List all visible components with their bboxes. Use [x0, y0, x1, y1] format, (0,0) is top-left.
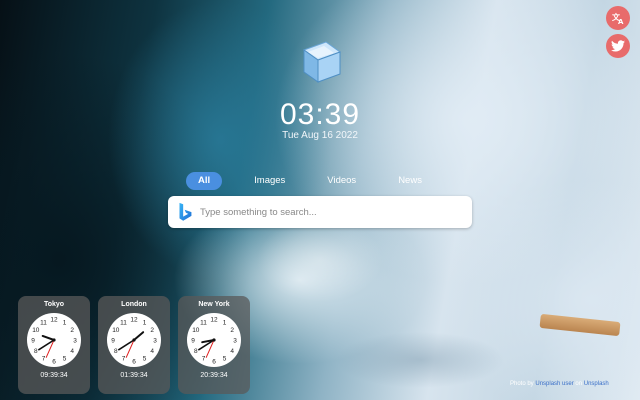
clock-number: 12	[210, 317, 218, 324]
clock-number: 9	[191, 338, 195, 345]
clock-number: 1	[223, 319, 227, 326]
clock-number: 6	[212, 359, 216, 366]
world-clock-new-york: New York 1 2 3 4 5 6 7 8 9 10 11 12 20:39:34	[178, 296, 250, 394]
clock-number: 8	[114, 348, 118, 355]
analog-clock-face: 1234567891011 12	[27, 313, 81, 367]
clock-number: 4	[70, 348, 74, 355]
world-clock-digital: 01:39:34	[120, 372, 148, 379]
clock-center	[52, 338, 56, 342]
clock-number: 11	[40, 319, 47, 326]
bing-icon	[179, 202, 192, 221]
clock-number: 4	[230, 348, 234, 355]
twitter-button[interactable]	[606, 34, 630, 58]
tab-images[interactable]: Images	[244, 172, 295, 190]
world-clock-city: London	[121, 301, 147, 308]
search-box	[168, 196, 472, 228]
clock-number: 2	[150, 327, 154, 334]
tab-news[interactable]: News	[388, 172, 432, 190]
world-clock-digital: 20:39:34	[200, 372, 228, 379]
svg-text:A: A	[618, 18, 624, 25]
clock-number: 2	[230, 327, 234, 334]
clock-number: 6	[52, 359, 56, 366]
clock-number: 11	[200, 319, 207, 326]
clock-center	[212, 338, 216, 342]
clock-center	[132, 338, 136, 342]
credit-prefix: Photo by	[510, 381, 534, 387]
clock-number: 5	[63, 356, 67, 363]
world-clock-digital: 09:39:34	[40, 372, 68, 379]
twitter-icon	[611, 40, 625, 52]
clock-number: 7	[122, 356, 126, 363]
clock-number: 7	[202, 356, 206, 363]
clock-number: 10	[32, 327, 40, 334]
clock-number: 8	[194, 348, 198, 355]
translate-icon: 文 A	[612, 12, 624, 25]
clock-number: 12	[50, 317, 58, 324]
clock-number: 11	[120, 319, 127, 326]
tab-all[interactable]: All	[186, 172, 223, 190]
translate-button[interactable]: 文 A	[606, 6, 630, 30]
credit-middle: on	[575, 381, 583, 387]
main-clock-date: Tue Aug 16 2022	[282, 130, 358, 141]
clock-number: 3	[73, 338, 77, 345]
clock-number: 5	[223, 356, 227, 363]
photo-credit: Photo by Unsplash user on Unsplash	[510, 381, 609, 387]
tab-videos[interactable]: Videos	[317, 172, 366, 190]
clock-number: 3	[153, 338, 157, 345]
clock-number: 9	[31, 338, 35, 345]
main-clock-time: 03:39	[279, 98, 361, 131]
credit-site-link[interactable]: Unsplash	[584, 381, 609, 387]
search-input[interactable]	[200, 206, 472, 218]
clock-number: 7	[42, 356, 46, 363]
clock-number: 8	[34, 348, 38, 355]
search-type-tabs: All Images Videos News	[186, 172, 454, 190]
ice-cube-logo	[302, 41, 342, 83]
clock-number: 2	[70, 327, 74, 334]
clock-number: 10	[112, 327, 120, 334]
world-clock-city: New York	[198, 301, 230, 308]
clock-number: 1	[143, 319, 147, 326]
analog-clock-face: 1234567891011 12	[107, 313, 161, 367]
world-clock-tokyo: Tokyo 1 2 3 4 5 6 7 8 9 10 11 12 09:39:34	[18, 296, 90, 394]
analog-clock-face: 1234567891011 12	[187, 313, 241, 367]
clock-number: 12	[130, 317, 138, 324]
clock-number: 9	[111, 338, 115, 345]
world-clock-london: London 1 2 3 4 5 6 7 8 9 10 11 12 01:39:34	[98, 296, 170, 394]
credit-author-link[interactable]: Unsplash user	[535, 381, 573, 387]
clock-number: 6	[132, 359, 136, 366]
clock-number: 3	[233, 338, 237, 345]
clock-number: 1	[63, 319, 67, 326]
clock-number: 5	[143, 356, 147, 363]
clock-number: 10	[192, 327, 200, 334]
world-clock-city: Tokyo	[43, 301, 65, 308]
clock-number: 4	[150, 348, 154, 355]
